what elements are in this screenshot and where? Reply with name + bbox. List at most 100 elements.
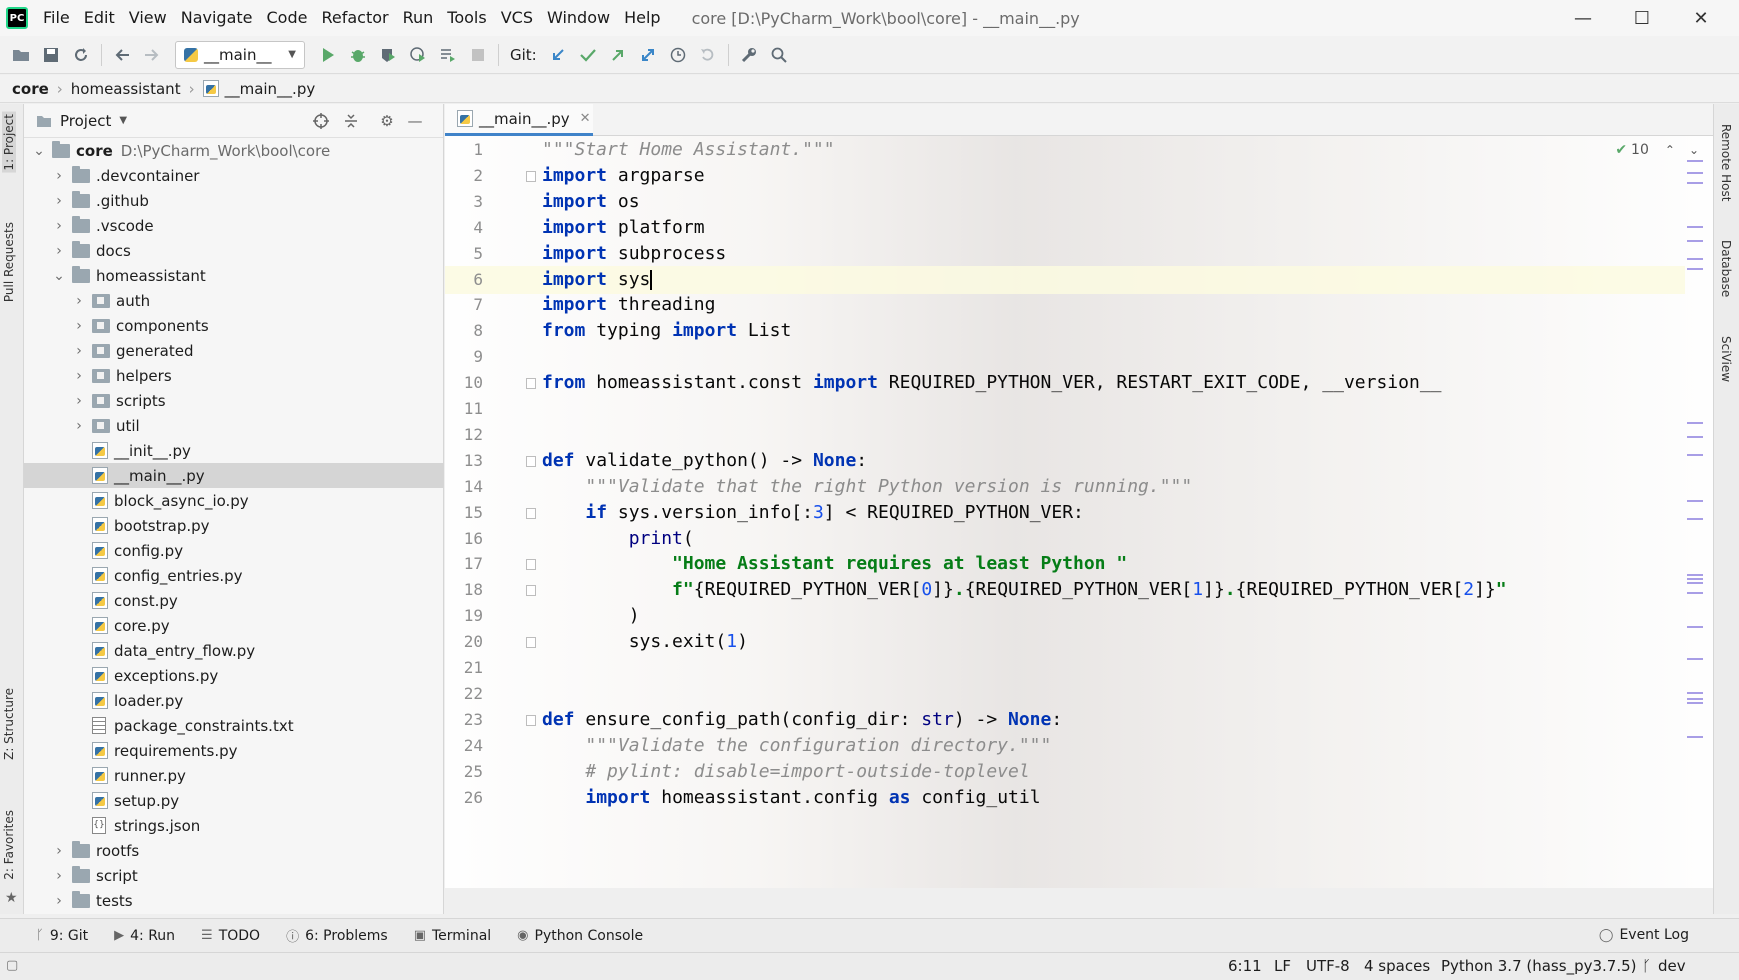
code-line[interactable]: """Start Home Assistant.""" [542,136,835,164]
tree-item-config-entries-py[interactable]: config_entries.py [24,563,444,588]
git-commit-check-icon[interactable] [573,40,603,70]
run-with-coverage-icon[interactable] [373,40,403,70]
breadcrumb-item-core[interactable]: core [12,80,49,98]
code-line[interactable]: "Home Assistant requires at least Python… [542,550,1127,578]
error-stripe-mark[interactable] [1687,592,1703,594]
tree-item-init-py[interactable]: __init__.py [24,438,444,463]
code-line[interactable]: """Validate the configuration directory.… [542,732,1051,760]
expand-chevron-right-icon[interactable]: › [72,368,86,384]
code-line[interactable]: sys.exit(1) [542,628,748,656]
tree-item-components[interactable]: › components [24,313,444,338]
code-line[interactable]: def ensure_config_path(config_dir: str) … [542,706,1062,734]
chevron-down-icon[interactable]: ▼ [119,115,127,126]
hide-panel-minus-icon[interactable]: — [404,110,426,132]
tree-item-bootstrap-py[interactable]: bootstrap.py [24,513,444,538]
tree-item-rootfs[interactable]: › rootfs [24,838,444,863]
error-stripe-mark[interactable] [1687,698,1703,700]
tree-item-vscode[interactable]: › .vscode [24,213,444,238]
tree-item-docs[interactable]: › docs [24,238,444,263]
tool-tab-sciview[interactable]: SciView [1719,336,1733,382]
tree-item-config-py[interactable]: config.py [24,538,444,563]
code-line[interactable]: import subprocess [542,240,726,268]
expand-chevron-right-icon[interactable]: › [72,343,86,359]
tree-item-generated[interactable]: › generated [24,338,444,363]
code-line[interactable]: import threading [542,291,715,319]
code-line[interactable]: import platform [542,214,705,242]
git-rollback-icon[interactable] [693,40,723,70]
fold-toggle-icon[interactable] [526,507,536,519]
forward-arrow-icon[interactable] [137,40,167,70]
tree-item-util[interactable]: › util [24,413,444,438]
code-line[interactable]: from typing import List [542,317,791,345]
code-line[interactable]: print( [542,525,694,553]
menu-code[interactable]: Code [260,0,315,36]
tree-item-scripts[interactable]: › scripts [24,388,444,413]
maximize-button[interactable]: ☐ [1613,0,1671,36]
tool-tab-structure[interactable]: Z: Structure [2,688,16,760]
menu-edit[interactable]: Edit [77,0,122,36]
expand-chevron-right-icon[interactable]: › [72,293,86,309]
error-stripe-mark[interactable] [1687,518,1703,520]
error-stripe-mark[interactable] [1687,226,1703,228]
chevron-down-icon[interactable]: ⌄ [1689,143,1699,157]
error-stripe-mark[interactable] [1687,240,1703,242]
fold-toggle-icon[interactable] [526,455,536,467]
menu-navigate[interactable]: Navigate [174,0,260,36]
tool-tab-remote-host[interactable]: Remote Host [1719,124,1733,201]
tool-tab-terminal[interactable]: ▣ Terminal [414,928,491,944]
line-separator[interactable]: LF [1274,957,1291,975]
tool-tab-run[interactable]: ▶ 4: Run [114,928,175,944]
toggle-tool-windows-icon[interactable]: ▢ [6,958,18,973]
error-stripe-mark[interactable] [1687,626,1703,628]
code-line[interactable]: if sys.version_info[:3] < REQUIRED_PYTHO… [542,499,1084,527]
close-button[interactable]: ✕ [1672,0,1730,36]
tree-item-main-py[interactable]: __main__.py [24,463,444,488]
error-stripe-mark[interactable] [1687,582,1703,584]
git-merge-icon[interactable] [633,40,663,70]
breadcrumb-item-homeassistant[interactable]: homeassistant [71,80,181,98]
tool-tab-problems[interactable]: ⓘ 6: Problems [286,926,388,946]
expand-chevron-right-icon[interactable]: › [52,168,66,184]
tool-tab-python-console[interactable]: ◉ Python Console [517,928,643,944]
tree-item-core-py[interactable]: core.py [24,613,444,638]
fold-toggle-icon[interactable] [526,559,536,571]
expand-chevron-down-icon[interactable]: ⌄ [32,143,46,159]
git-branch[interactable]: dev [1658,957,1686,975]
tree-item-github[interactable]: › .github [24,188,444,213]
error-stripe-mark[interactable] [1687,182,1703,184]
error-stripe-mark[interactable] [1687,454,1703,456]
minimize-button[interactable]: — [1554,0,1612,36]
error-stripe-mark[interactable] [1687,692,1703,694]
tree-item-auth[interactable]: › auth [24,288,444,313]
git-history-clock-icon[interactable] [663,40,693,70]
expand-chevron-right-icon[interactable]: › [52,893,66,909]
run-icon[interactable] [313,40,343,70]
menu-vcs[interactable]: VCS [494,0,540,36]
tree-item-setup-py[interactable]: setup.py [24,788,444,813]
tree-item-block-async-io-py[interactable]: block_async_io.py [24,488,444,513]
code-line[interactable]: """Validate that the right Python versio… [542,473,1192,501]
menu-window[interactable]: Window [540,0,617,36]
tree-item-homeassistant[interactable]: ⌄ homeassistant [24,263,444,288]
error-stripe-mark[interactable] [1687,702,1703,704]
code-line[interactable]: ) [542,602,640,630]
open-folder-icon[interactable] [6,40,36,70]
python-interpreter[interactable]: Python 3.7 (hass_py3.7.5) [1441,957,1636,975]
tree-item-data-entry-flow-py[interactable]: data_entry_flow.py [24,638,444,663]
expand-chevron-right-icon[interactable]: › [52,843,66,859]
fold-toggle-icon[interactable] [526,170,536,182]
locate-target-icon[interactable] [310,110,332,132]
tree-item-runner-py[interactable]: runner.py [24,763,444,788]
git-update-icon[interactable] [543,40,573,70]
inspection-widget[interactable]: ✔ 10 ⌃ ⌄ [1615,142,1699,158]
error-stripe-mark[interactable] [1687,160,1703,162]
tool-tab-database[interactable]: Database [1719,240,1733,297]
tool-tab-todo[interactable]: ☰ TODO [201,928,260,944]
error-stripe-mark[interactable] [1687,422,1703,424]
expand-chevron-right-icon[interactable]: › [52,193,66,209]
expand-chevron-right-icon[interactable]: › [72,318,86,334]
save-icon[interactable] [36,40,66,70]
expand-chevron-right-icon[interactable]: › [52,218,66,234]
menu-help[interactable]: Help [617,0,667,36]
indent-setting[interactable]: 4 spaces [1364,957,1430,975]
